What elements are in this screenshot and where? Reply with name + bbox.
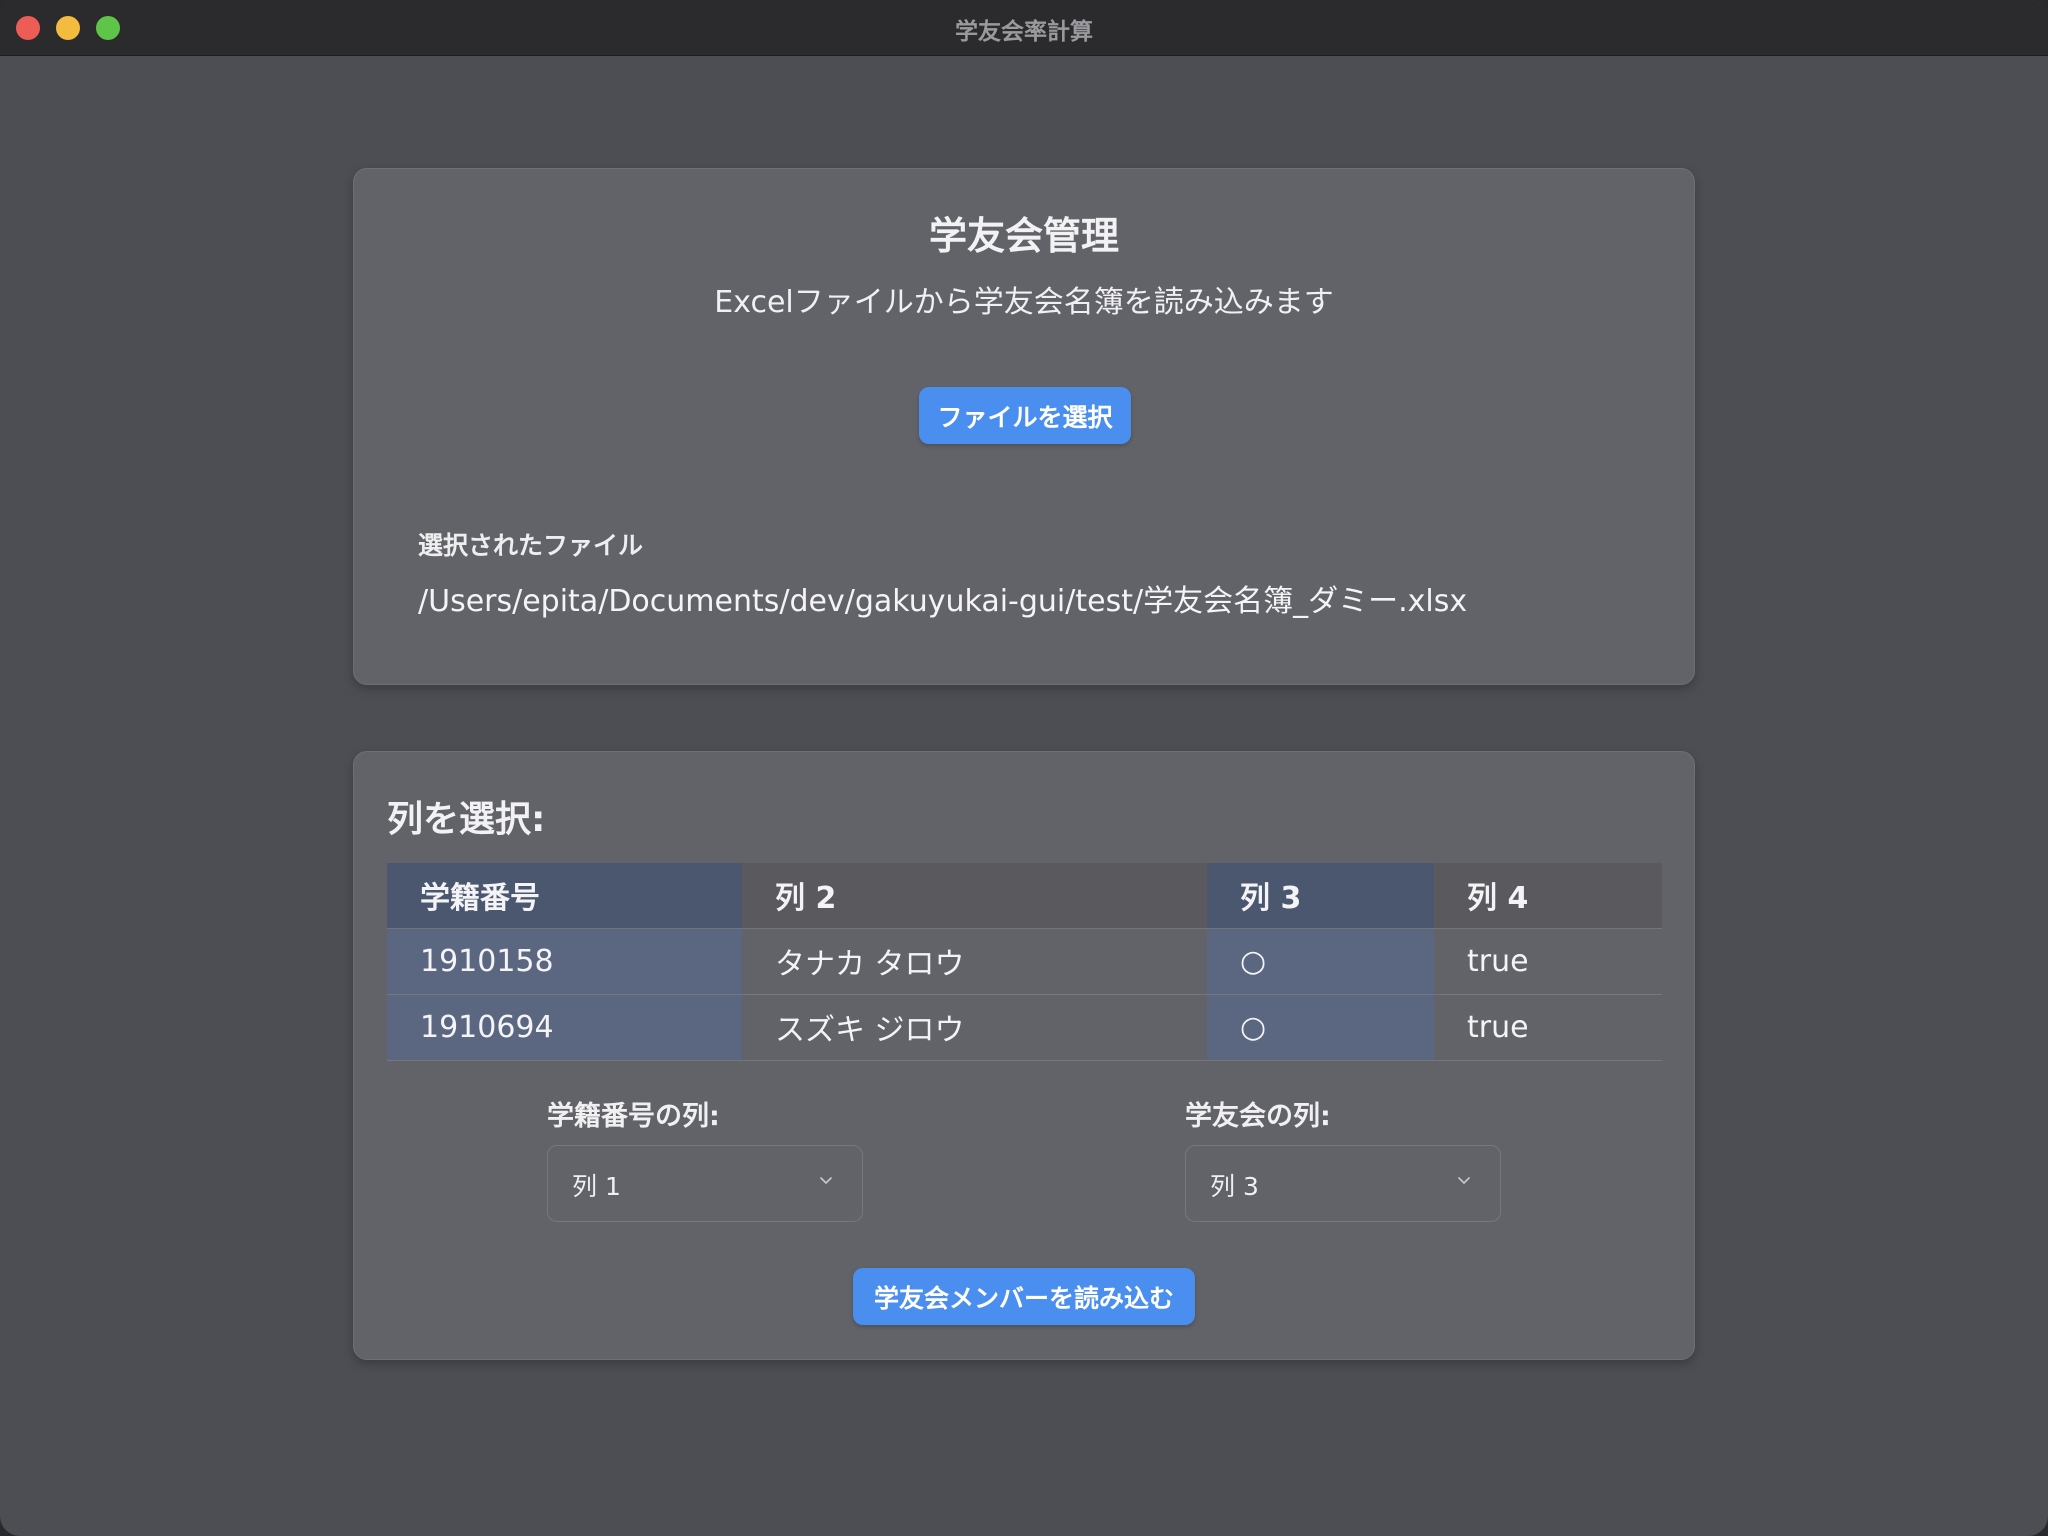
load-members-button[interactable]: 学友会メンバーを読み込む [853, 1268, 1195, 1325]
title-bar: 学友会率計算 [0, 0, 2048, 56]
chevron-down-icon [1458, 1177, 1470, 1184]
column-header-2[interactable]: 列 2 [742, 863, 1207, 929]
table-cell: ○ [1207, 994, 1434, 1061]
column-selection-card: 列を選択: 学籍番号 列 2 列 3 列 4 1910158 タナカ タロウ ○… [353, 751, 1695, 1360]
app-window: 学友会率計算 学友会管理 Excelファイルから学友会名簿を読み込みます ファイ… [0, 0, 2048, 1536]
table-cell: 1910158 [387, 928, 742, 995]
chevron-down-icon [820, 1177, 832, 1184]
gakuyukai-column-group: 学友会の列: 列 3 [1185, 1094, 1501, 1222]
window-title: 学友会率計算 [955, 19, 1093, 45]
table-row: 1910694 スズキ ジロウ ○ true [387, 994, 1662, 1061]
gakuyukai-column-value: 列 3 [1210, 1172, 1259, 1201]
table-cell: タナカ タロウ [742, 928, 1207, 995]
student-id-column-group: 学籍番号の列: 列 1 [547, 1094, 863, 1222]
file-selection-card: 学友会管理 Excelファイルから学友会名簿を読み込みます ファイルを選択 選択… [353, 168, 1695, 685]
table-cell: スズキ ジロウ [742, 994, 1207, 1061]
page-subtitle: Excelファイルから学友会名簿を読み込みます [714, 285, 1334, 320]
student-id-column-select[interactable]: 列 1 [547, 1145, 863, 1222]
student-id-column-value: 列 1 [572, 1172, 621, 1201]
table-cell: ○ [1207, 928, 1434, 995]
page-title: 学友会管理 [928, 214, 1119, 258]
gakuyukai-column-label: 学友会の列: [1185, 1101, 1331, 1132]
column-header-1[interactable]: 学籍番号 [387, 863, 742, 929]
table-row: 1910158 タナカ タロウ ○ true [387, 928, 1662, 995]
selected-file-label: 選択されたファイル [418, 531, 644, 560]
selected-file-path: /Users/epita/Documents/dev/gakuyukai-gui… [418, 584, 1468, 619]
table-cell: true [1434, 994, 1662, 1061]
select-file-button[interactable]: ファイルを選択 [919, 387, 1131, 444]
student-id-column-label: 学籍番号の列: [547, 1101, 720, 1132]
table-header-row: 学籍番号 列 2 列 3 列 4 [387, 863, 1662, 929]
preview-table: 学籍番号 列 2 列 3 列 4 1910158 タナカ タロウ ○ true … [387, 863, 1662, 1061]
gakuyukai-column-select[interactable]: 列 3 [1185, 1145, 1501, 1222]
column-header-3[interactable]: 列 3 [1207, 863, 1434, 929]
table-cell: true [1434, 928, 1662, 995]
column-select-heading: 列を選択: [387, 799, 546, 840]
column-header-4[interactable]: 列 4 [1434, 863, 1662, 929]
table-cell: 1910694 [387, 994, 742, 1061]
